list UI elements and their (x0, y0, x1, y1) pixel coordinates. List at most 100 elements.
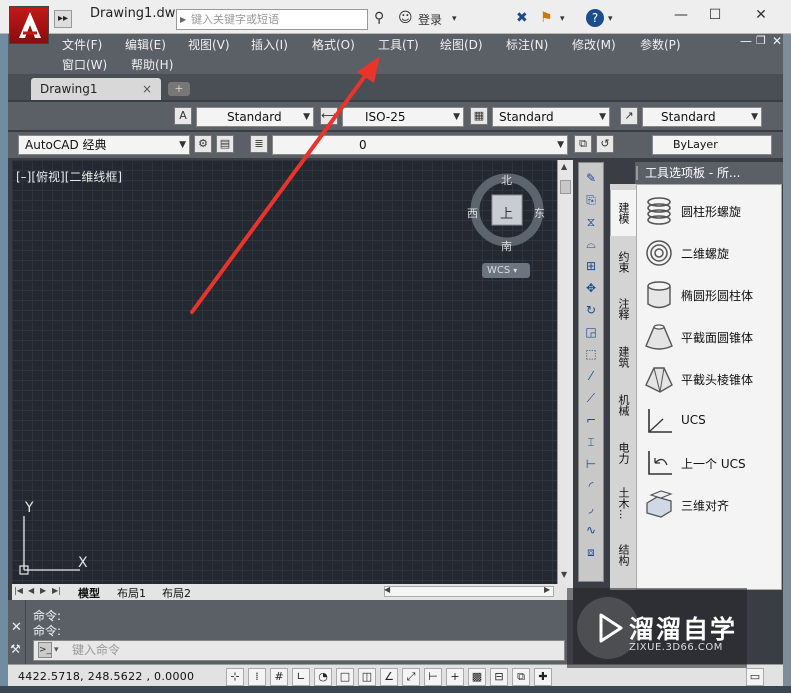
polar-tracking-icon[interactable]: ◔ (314, 668, 332, 686)
palette-tab-constraints[interactable]: 约束 (610, 240, 636, 284)
3d-object-snap-icon[interactable]: ◫ (358, 668, 376, 686)
help-dropdown-icon[interactable]: ▾ (608, 14, 613, 24)
login-dropdown-icon[interactable]: ▾ (452, 14, 457, 24)
chamfer-icon[interactable]: ⊢ (582, 455, 600, 473)
layer-properties-icon[interactable]: ≣ (250, 135, 268, 153)
scroll-up-icon[interactable]: ▲ (561, 162, 567, 171)
menu-format[interactable]: 格式(O) (312, 36, 355, 53)
palette-item-spiral[interactable]: 二维螺旋 (641, 235, 781, 271)
stretch-icon[interactable]: ⬚ (582, 345, 600, 363)
workspace-select[interactable]: AutoCAD 经典 ▼ (18, 135, 190, 155)
mdi-minimize-button[interactable]: — (740, 34, 752, 48)
command-window-handle[interactable]: ✕ ⚒ (8, 600, 26, 666)
coordinate-readout[interactable]: 4422.5718, 248.5622 , 0.0000 (18, 670, 194, 683)
maximize-button[interactable]: ☐ (700, 4, 730, 26)
horizontal-scrollbar[interactable] (384, 586, 554, 597)
dim-style-icon[interactable]: ⟷ (320, 107, 338, 125)
join-icon[interactable]: ⌶ (582, 433, 600, 451)
app-logo-button[interactable] (9, 6, 49, 44)
palette-tab-architectural[interactable]: 建筑 (610, 334, 636, 380)
palette-tab-annotation[interactable]: 注释 (610, 286, 636, 332)
next-layout-icon[interactable]: ▶ (40, 586, 46, 595)
menu-tools[interactable]: 工具(T) (378, 36, 419, 53)
palette-tab-electrical[interactable]: 电力 (610, 430, 636, 476)
palette-item-ucs[interactable]: UCS (641, 403, 781, 439)
menu-parametric[interactable]: 参数(P) (640, 36, 681, 53)
table-style-icon[interactable]: ▦ (470, 107, 488, 125)
menu-draw[interactable]: 绘图(D) (440, 36, 483, 53)
vertical-scrollbar[interactable]: ▲ ▼ (557, 160, 573, 584)
mdi-close-button[interactable]: ✕ (772, 34, 782, 48)
palette-tab-modeling[interactable]: 建模 (610, 190, 636, 236)
scroll-right-icon[interactable]: ▶ (544, 585, 550, 594)
viewcube-top-face[interactable]: 上 (500, 203, 513, 222)
object-snap-tracking-icon[interactable]: ∠ (380, 668, 398, 686)
grid-display-icon[interactable]: # (270, 668, 288, 686)
login-link[interactable]: 登录 (418, 11, 442, 28)
mleader-style-select[interactable]: Standard ▼ (642, 107, 762, 127)
tab-layout2[interactable]: 布局2 (162, 585, 191, 601)
wrench-icon[interactable]: ⚒ (10, 642, 21, 656)
move-icon[interactable]: ✥ (582, 279, 600, 297)
new-tab-button[interactable]: + (168, 82, 190, 96)
quick-access-expand-button[interactable]: ▸▸ (54, 10, 72, 28)
infer-constraints-icon[interactable]: ⊹ (226, 668, 244, 686)
palette-item-previous-ucs[interactable]: 上一个 UCS (641, 445, 781, 481)
clean-screen-icon[interactable]: ▭ (746, 668, 764, 686)
wcs-menu-button[interactable]: WCS ▾ (482, 263, 530, 278)
color-select[interactable]: ByLayer (652, 135, 772, 155)
drawing-canvas[interactable]: [–][俯视][二维线框] 北 南 东 西 上 WCS ▾ Y X (12, 160, 573, 584)
mirror-icon[interactable]: ⧖ (582, 213, 600, 231)
lineweight-icon[interactable]: + (446, 668, 464, 686)
transparency-icon[interactable]: ▩ (468, 668, 486, 686)
annotation-monitor-icon[interactable]: ✚ (534, 668, 552, 686)
break-icon[interactable]: ⌐ (582, 411, 600, 429)
palette-tab-structural[interactable]: 结构 (610, 532, 636, 578)
layer-select[interactable]: 0 ▼ (272, 135, 568, 155)
palette-item-3d-align[interactable]: 三维对齐 (641, 487, 781, 523)
last-layout-icon[interactable]: ▶| (52, 586, 61, 595)
palette-tab-civil[interactable]: 土木... (610, 478, 636, 528)
palette-item-helix[interactable]: 圆柱形螺旋 (641, 193, 781, 229)
text-style-select[interactable]: Standard ▼ (196, 107, 314, 127)
dim-style-select[interactable]: ISO-25 ▼ (342, 107, 464, 127)
pencil-icon[interactable]: ✎ (582, 169, 600, 187)
scroll-down-icon[interactable]: ▼ (561, 570, 567, 579)
tab-drawing1[interactable]: Drawing1 × (31, 78, 161, 100)
offset-icon[interactable]: ⌓ (582, 235, 600, 253)
ortho-mode-icon[interactable]: ∟ (292, 668, 310, 686)
mdi-restore-button[interactable]: ❐ (756, 34, 766, 47)
autodesk-apps-icon[interactable]: ⚑ (540, 10, 553, 26)
palette-title-bar[interactable]: 工具选项板 - 所... (635, 162, 783, 184)
explode-icon[interactable]: ⧈ (582, 543, 600, 561)
scroll-thumb[interactable] (560, 180, 571, 194)
array-icon[interactable]: ⊞ (582, 257, 600, 275)
help-icon[interactable]: ? (586, 9, 604, 27)
binoculars-icon[interactable]: ⚲ (374, 10, 384, 26)
tab-close-button[interactable]: × (142, 78, 152, 100)
extend-icon[interactable]: ⟋ (582, 389, 600, 407)
apps-dropdown-icon[interactable]: ▾ (560, 14, 565, 24)
snap-mode-icon[interactable]: ⁞ (248, 668, 266, 686)
palette-grip-icon[interactable] (636, 166, 642, 180)
search-input[interactable]: ▶ 键入关键字或短语 (176, 9, 368, 30)
minimize-button[interactable]: — (666, 4, 696, 26)
close-icon[interactable]: ✕ (11, 620, 22, 635)
menu-insert[interactable]: 插入(I) (251, 36, 288, 53)
palette-item-frustum-pyramid[interactable]: 平截头棱锥体 (641, 361, 781, 397)
menu-help[interactable]: 帮助(H) (131, 56, 173, 73)
workspace-settings-icon[interactable]: ⚙ (194, 135, 212, 153)
tab-model[interactable]: 模型 (78, 585, 100, 601)
workspace-menu-icon[interactable]: ▤ (216, 135, 234, 153)
scale-icon[interactable]: ◲ (582, 323, 600, 341)
menu-modify[interactable]: 修改(M) (572, 36, 616, 53)
palette-tab-mechanical[interactable]: 机械 (610, 382, 636, 428)
selection-cycling-icon[interactable]: ⧉ (512, 668, 530, 686)
palette-item-frustum-cone[interactable]: 平截面圆锥体 (641, 319, 781, 355)
palette-item-elliptic-cylinder[interactable]: 椭圆形圆柱体 (641, 277, 781, 313)
menu-dimension[interactable]: 标注(N) (506, 36, 548, 53)
close-window-button[interactable]: ✕ (746, 4, 776, 26)
command-prompt-icon[interactable]: >_ (38, 642, 52, 658)
dynamic-ucs-icon[interactable]: ⤢ (402, 668, 420, 686)
menu-window[interactable]: 窗口(W) (62, 56, 107, 73)
